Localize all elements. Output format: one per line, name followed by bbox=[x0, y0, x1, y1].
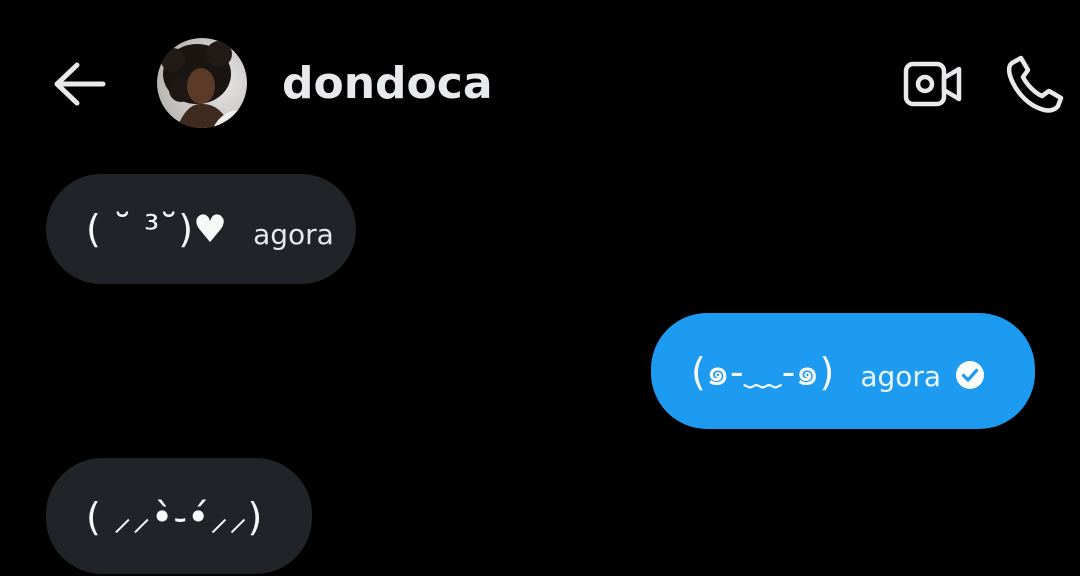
message-text: ( ⸝⸝•̀֊•́⸝⸝) bbox=[86, 495, 263, 539]
avatar[interactable] bbox=[157, 38, 247, 128]
message-time: agora bbox=[253, 217, 334, 251]
read-check-icon bbox=[955, 360, 985, 390]
voice-call-button[interactable] bbox=[1000, 50, 1070, 116]
contact-name[interactable]: dondoca bbox=[282, 56, 493, 112]
back-button[interactable] bbox=[50, 56, 110, 112]
video-camera-icon bbox=[903, 61, 962, 107]
phone-icon bbox=[1006, 55, 1064, 113]
message-time: agora bbox=[860, 359, 942, 393]
arrow-left-icon bbox=[54, 62, 106, 106]
avatar-photo bbox=[157, 38, 247, 128]
message-text: ( ˘ ³˘)♥ bbox=[86, 207, 228, 251]
message-bubble-incoming[interactable]: ( ˘ ³˘)♥ agora bbox=[46, 174, 356, 284]
message-bubble-outgoing[interactable]: (๑-﹏-๑) agora bbox=[651, 313, 1035, 429]
message-text: (๑-﹏-๑) bbox=[691, 349, 835, 394]
message-bubble-incoming[interactable]: ( ⸝⸝•̀֊•́⸝⸝) bbox=[46, 458, 312, 574]
video-call-button[interactable] bbox=[900, 54, 966, 114]
chat-header: dondoca bbox=[0, 0, 1080, 160]
